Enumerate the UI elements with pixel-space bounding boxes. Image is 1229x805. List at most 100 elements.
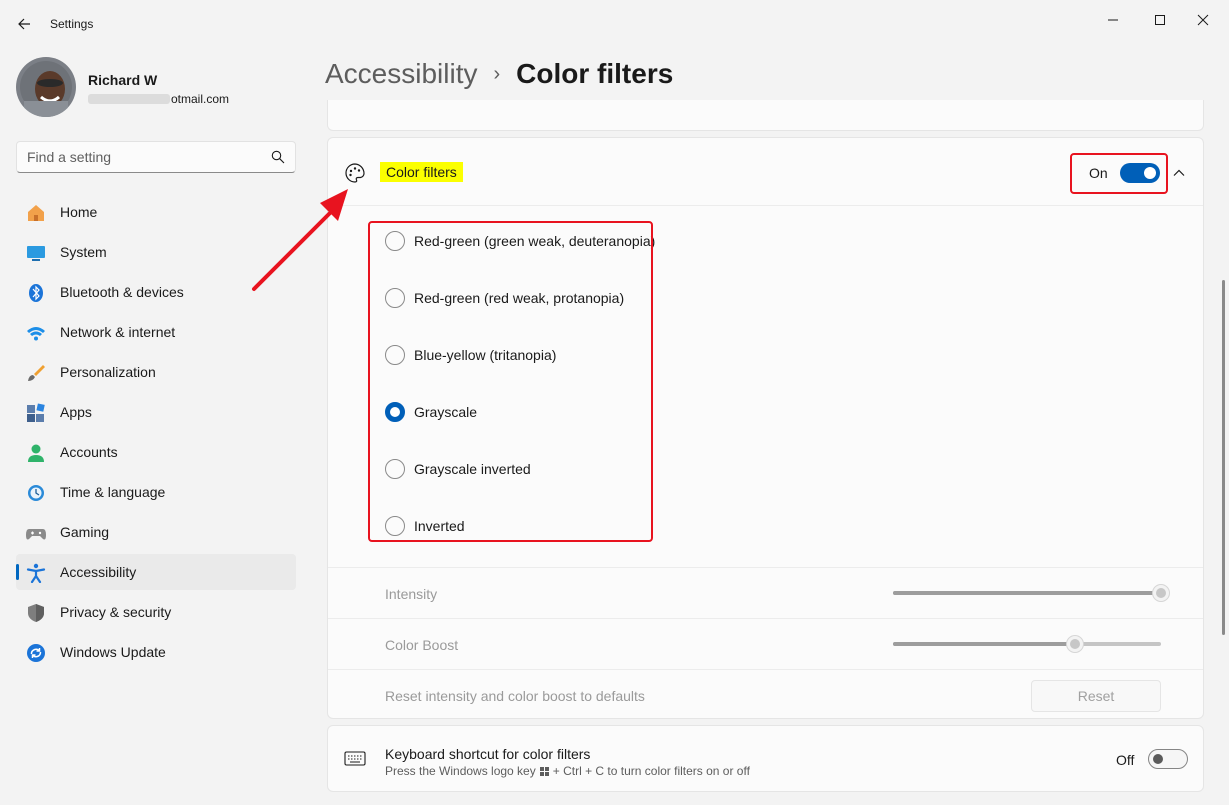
radio-label: Red-green (green weak, deuteranopia)	[414, 233, 656, 249]
close-icon	[1197, 14, 1209, 26]
slider-thumb[interactable]	[1152, 584, 1170, 602]
radio-button[interactable]	[385, 231, 405, 251]
palette-icon	[345, 163, 365, 183]
search-icon[interactable]	[271, 150, 285, 164]
sidebar-item-gaming[interactable]: Gaming	[16, 514, 296, 550]
system-icon	[26, 243, 46, 263]
intensity-slider[interactable]	[893, 584, 1170, 602]
search-box[interactable]	[16, 141, 296, 173]
sidebar-item-windows-update[interactable]: Windows Update	[16, 634, 296, 670]
radio-option-grayscale-inverted[interactable]: Grayscale inverted	[384, 456, 664, 482]
radio-label: Grayscale inverted	[414, 461, 531, 477]
color-filters-toggle[interactable]	[1120, 163, 1160, 183]
time-language-icon	[26, 483, 46, 503]
windows-logo-icon	[539, 766, 549, 776]
keyboard-shortcut-toggle[interactable]	[1148, 749, 1188, 769]
avatar	[16, 57, 76, 117]
email-redaction	[88, 94, 170, 104]
sidebar-item-personalization[interactable]: Personalization	[16, 354, 296, 390]
brush-icon	[26, 363, 46, 383]
back-button[interactable]	[10, 12, 38, 36]
sidebar-item-label: Accessibility	[60, 564, 137, 580]
breadcrumb: Accessibility › Color filters	[325, 58, 673, 90]
radio-option-grayscale[interactable]: Grayscale	[384, 399, 664, 425]
user-profile[interactable]: Richard W otmail.com	[16, 57, 296, 117]
close-button[interactable]	[1180, 4, 1226, 36]
sidebar-item-network[interactable]: Network & internet	[16, 314, 296, 350]
sidebar-item-accessibility[interactable]: Accessibility	[16, 554, 296, 590]
title-bar: Settings	[0, 0, 1229, 48]
radio-option-inverted[interactable]: Inverted	[384, 513, 664, 539]
sidebar-item-label: Windows Update	[60, 644, 166, 660]
sidebar-item-accounts[interactable]: Accounts	[16, 434, 296, 470]
color-filters-header[interactable]: Color filters On	[328, 138, 1203, 206]
sidebar-item-bluetooth[interactable]: Bluetooth & devices	[16, 274, 296, 310]
options-annotation-box	[368, 221, 653, 542]
keyboard-shortcut-description: Press the Windows logo key + Ctrl + C to…	[385, 764, 750, 778]
slider-thumb[interactable]	[1066, 635, 1085, 653]
radio-label: Grayscale	[414, 404, 478, 420]
color-filters-toggle-state: On	[1089, 165, 1108, 181]
page-title: Color filters	[516, 58, 674, 89]
slider-fill	[893, 642, 1076, 646]
keyboard-shortcut-toggle-state: Off	[1116, 752, 1135, 768]
radio-option-tritanopia[interactable]: Blue-yellow (tritanopia)	[384, 342, 664, 368]
sidebar-item-label: Home	[60, 204, 98, 220]
sidebar-item-time-language[interactable]: Time & language	[16, 474, 296, 510]
keyboard-shortcut-title: Keyboard shortcut for color filters	[385, 746, 591, 762]
scrollbar[interactable]	[1222, 280, 1225, 635]
shield-icon	[26, 603, 46, 623]
bluetooth-icon	[26, 283, 46, 303]
sidebar-item-privacy[interactable]: Privacy & security	[16, 594, 296, 630]
user-email: otmail.com	[88, 92, 229, 106]
search-input[interactable]	[17, 142, 257, 172]
radio-button[interactable]	[385, 345, 405, 365]
reset-row: Reset intensity and color boost to defau…	[328, 669, 1203, 720]
wifi-icon	[26, 323, 46, 343]
sidebar-item-label: Time & language	[60, 484, 166, 500]
breadcrumb-parent[interactable]: Accessibility	[325, 58, 477, 90]
previous-card	[327, 100, 1204, 131]
breadcrumb-separator: ›	[493, 63, 501, 85]
slider-fill	[893, 591, 1161, 595]
radio-button-selected[interactable]	[385, 402, 405, 422]
minimize-icon	[1108, 19, 1118, 21]
sidebar-item-label: Gaming	[60, 524, 110, 540]
maximize-button[interactable]	[1137, 4, 1183, 36]
intensity-label: Intensity	[385, 586, 438, 602]
radio-option-deuteranopia[interactable]: Red-green (green weak, deuteranopia)	[384, 228, 664, 254]
sidebar-item-label: Bluetooth & devices	[60, 284, 184, 300]
toggle-knob	[1144, 167, 1156, 179]
accessibility-icon	[26, 563, 46, 583]
radio-button[interactable]	[385, 288, 405, 308]
radio-option-protanopia[interactable]: Red-green (red weak, protanopia)	[384, 285, 664, 311]
update-icon	[26, 643, 46, 663]
reset-label: Reset intensity and color boost to defau…	[385, 688, 645, 704]
app-title: Settings	[50, 17, 94, 31]
keyboard-shortcut-card: Keyboard shortcut for color filters Pres…	[327, 725, 1204, 792]
chevron-up-icon[interactable]	[1171, 165, 1187, 181]
sidebar-item-apps[interactable]: Apps	[16, 394, 296, 430]
color-boost-row: Color Boost	[328, 618, 1203, 669]
radio-label: Inverted	[414, 518, 465, 534]
radio-button[interactable]	[385, 516, 405, 536]
radio-label: Red-green (red weak, protanopia)	[414, 290, 625, 306]
color-boost-slider[interactable]	[893, 635, 1161, 653]
reset-button[interactable]: Reset	[1031, 680, 1161, 712]
color-filters-card: Color filters On Red-green (green weak, …	[327, 137, 1204, 719]
sidebar-item-home[interactable]: Home	[16, 194, 296, 230]
back-arrow-icon	[18, 18, 30, 30]
keyboard-icon	[344, 751, 366, 766]
intensity-row: Intensity	[328, 567, 1203, 618]
apps-icon	[26, 403, 46, 423]
radio-button[interactable]	[385, 459, 405, 479]
user-name: Richard W	[88, 72, 158, 88]
minimize-button[interactable]	[1090, 4, 1136, 36]
sidebar-item-label: Privacy & security	[60, 604, 172, 620]
sidebar-item-label: Accounts	[60, 444, 118, 460]
maximize-icon	[1155, 15, 1165, 25]
sidebar-item-label: Network & internet	[60, 324, 176, 340]
sidebar-item-system[interactable]: System	[16, 234, 296, 270]
gaming-icon	[26, 523, 46, 543]
sidebar-nav: Home System Bluetooth & devices Network …	[16, 194, 296, 674]
